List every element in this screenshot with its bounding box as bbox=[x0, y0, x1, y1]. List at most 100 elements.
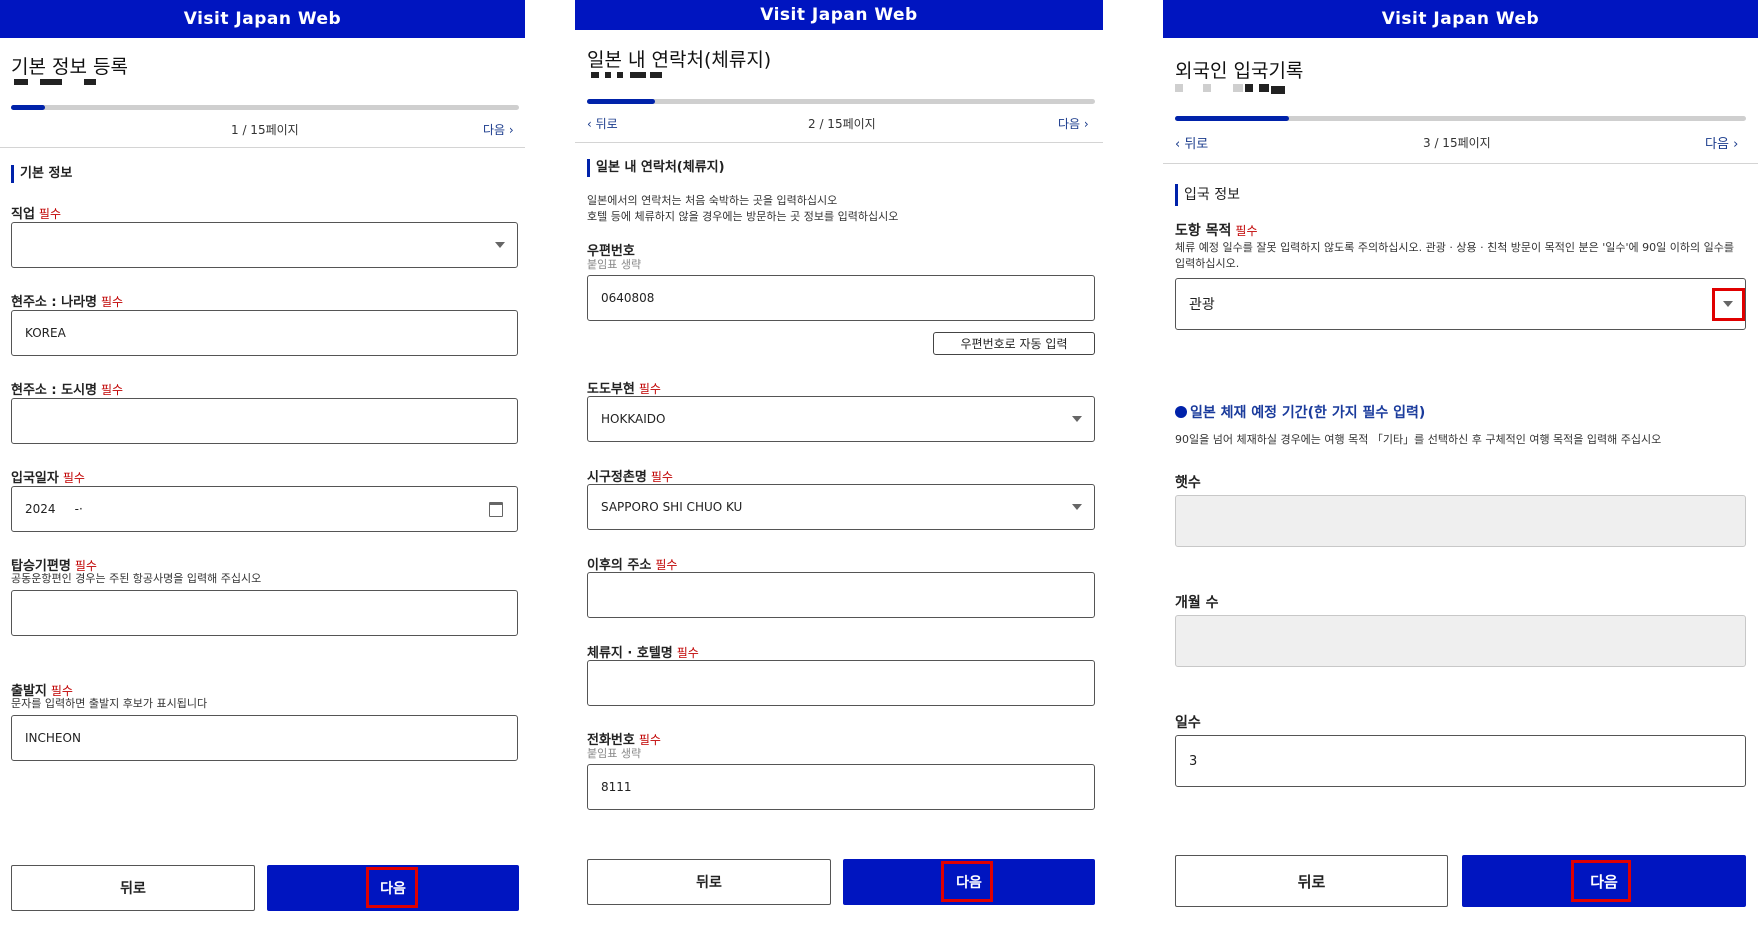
occupation-select[interactable] bbox=[11, 222, 518, 268]
postal-input[interactable]: 0640808 bbox=[587, 275, 1095, 321]
departure-value: INCHEON bbox=[25, 731, 81, 745]
postal-autofill-button[interactable]: 우편번호로 자동 입력 bbox=[933, 332, 1095, 355]
redacted-name bbox=[630, 72, 646, 78]
required-badge: 필수 bbox=[638, 382, 661, 396]
chevron-right-icon: › bbox=[508, 123, 514, 137]
highlight-box bbox=[941, 861, 993, 902]
entry-date-value: 2024 -· bbox=[25, 502, 83, 516]
postal-hint: 붙임표 생략 bbox=[587, 258, 642, 271]
required-badge: 필수 bbox=[638, 733, 661, 747]
purpose-select[interactable]: 관광 bbox=[1175, 278, 1746, 330]
departure-help: 문자를 입력하면 출발지 후보가 표시됩니다 bbox=[11, 697, 208, 710]
required-badge: 필수 bbox=[38, 207, 62, 221]
redacted-name bbox=[605, 72, 611, 78]
municipality-label: 시구정촌명 필수 bbox=[587, 466, 673, 485]
back-link-label: 뒤로 bbox=[595, 117, 618, 131]
departure-input[interactable]: INCHEON bbox=[11, 715, 518, 761]
back-button[interactable]: 뒤로 bbox=[587, 859, 831, 905]
redacted-name bbox=[650, 72, 662, 78]
prefecture-label-text: 도도부현 bbox=[587, 382, 635, 397]
years-input[interactable] bbox=[1175, 495, 1746, 547]
country-input[interactable]: KOREA bbox=[11, 310, 518, 356]
panel-japan-contact: Visit Japan Web 일본 내 연락처(체류지) ‹ 뒤로 2 / 1… bbox=[575, 0, 1103, 928]
phone-input[interactable]: 8111 bbox=[587, 764, 1095, 810]
stay-period-heading: 일본 체재 예정 기간(한 가지 필수 입력) bbox=[1175, 402, 1425, 422]
section-title: 입국 정보 bbox=[1175, 184, 1240, 206]
description-line-2: 호텔 등에 체류하지 않을 경우에는 방문하는 곳 정보를 입력하십시오 bbox=[587, 210, 899, 223]
country-label: 현주소 : 나라명 필수 bbox=[11, 291, 123, 310]
page-title: 외국인 입국기록 bbox=[1175, 60, 1304, 82]
entry-date-label-text: 입국일자 bbox=[11, 471, 59, 486]
chevron-left-icon: ‹ bbox=[587, 117, 592, 131]
redacted-name bbox=[1245, 84, 1253, 92]
progress-fill bbox=[11, 105, 46, 110]
section-title: 일본 내 연락처(체류지) bbox=[587, 159, 725, 177]
calendar-icon[interactable] bbox=[489, 502, 503, 517]
chevron-right-icon: › bbox=[1083, 117, 1089, 131]
highlight-box bbox=[1571, 860, 1631, 902]
page-indicator: 1 / 15페이지 bbox=[231, 123, 299, 137]
hotel-label-text: 체류지 · 호텔명 bbox=[587, 646, 673, 661]
stay-period-heading-text: 일본 체재 예정 기간(한 가지 필수 입력) bbox=[1190, 405, 1426, 421]
months-input[interactable] bbox=[1175, 615, 1746, 667]
municipality-select[interactable]: SAPPORO SHI CHUO KU bbox=[587, 484, 1095, 530]
progress-bar bbox=[587, 99, 1095, 104]
country-label-text: 현주소 : 나라명 bbox=[11, 295, 98, 310]
prefecture-label: 도도부현 필수 bbox=[587, 378, 661, 397]
address-input[interactable] bbox=[587, 572, 1095, 618]
flight-help: 공동운항편인 경우는 주된 항공사명을 입력해 주십시오 bbox=[11, 572, 262, 585]
next-link[interactable]: 다음 › bbox=[1058, 115, 1089, 132]
highlight-box bbox=[1712, 288, 1745, 321]
next-link[interactable]: 다음 › bbox=[483, 121, 514, 138]
purpose-help: 체류 예정 일수를 잘못 입력하지 않도록 주의하십시오. 관광 · 상용 · … bbox=[1175, 241, 1734, 270]
back-link[interactable]: ‹ 뒤로 bbox=[1175, 133, 1208, 152]
back-button[interactable]: 뒤로 bbox=[11, 865, 255, 911]
required-badge: 필수 bbox=[1235, 224, 1258, 238]
occupation-label: 직업 필수 bbox=[11, 203, 61, 222]
panel-basic-info: Visit Japan Web 기본 정보 등록 1 / 15페이지 다음 › … bbox=[0, 0, 525, 928]
city-input[interactable] bbox=[11, 398, 518, 444]
hotel-input[interactable] bbox=[587, 660, 1095, 706]
redacted-name bbox=[1259, 84, 1269, 92]
progress-bar bbox=[1175, 116, 1746, 121]
app-header: Visit Japan Web bbox=[0, 0, 525, 38]
required-badge: 필수 bbox=[101, 383, 124, 397]
description-line-1: 일본에서의 연락처는 처음 숙박하는 곳을 입력하십시오 bbox=[587, 194, 838, 207]
entry-date-label: 입국일자 필수 bbox=[11, 467, 85, 486]
back-button[interactable]: 뒤로 bbox=[1175, 855, 1448, 907]
days-label: 일수 bbox=[1175, 715, 1201, 731]
next-link[interactable]: 다음 › bbox=[1705, 133, 1738, 152]
back-link[interactable]: ‹ 뒤로 bbox=[587, 115, 618, 132]
flight-input[interactable] bbox=[11, 590, 518, 636]
next-link-label: 다음 bbox=[1705, 137, 1729, 152]
phone-value: 8111 bbox=[601, 780, 632, 794]
divider bbox=[0, 147, 525, 148]
city-label: 현주소 : 도시명 필수 bbox=[11, 379, 123, 398]
divider bbox=[575, 142, 1103, 143]
back-link-label: 뒤로 bbox=[1184, 137, 1209, 152]
country-value: KOREA bbox=[25, 326, 66, 340]
redacted-name bbox=[14, 79, 28, 85]
redacted-name bbox=[1271, 86, 1285, 94]
postal-value: 0640808 bbox=[601, 291, 655, 305]
app-header: Visit Japan Web bbox=[1163, 0, 1758, 38]
redacted-name bbox=[617, 72, 623, 78]
prefecture-value: HOKKAIDO bbox=[601, 412, 666, 426]
next-link-label: 다음 bbox=[483, 123, 506, 137]
divider bbox=[1163, 163, 1758, 164]
days-value: 3 bbox=[1189, 753, 1198, 769]
prefecture-select[interactable]: HOKKAIDO bbox=[587, 396, 1095, 442]
page-indicator: 3 / 15페이지 bbox=[1423, 136, 1491, 150]
days-input[interactable]: 3 bbox=[1175, 735, 1746, 787]
redacted-name bbox=[1233, 84, 1243, 92]
purpose-value: 관광 bbox=[1189, 297, 1215, 313]
progress-fill bbox=[1175, 116, 1290, 121]
entry-date-input[interactable]: 2024 -· bbox=[11, 486, 518, 532]
bullet-icon bbox=[1175, 406, 1187, 418]
redacted-name bbox=[1203, 84, 1211, 92]
highlight-box bbox=[366, 867, 418, 908]
purpose-label: 도항 목적 필수 bbox=[1175, 220, 1258, 240]
required-badge: 필수 bbox=[676, 646, 699, 660]
redacted-name bbox=[84, 79, 96, 85]
phone-hint: 붙임표 생략 bbox=[587, 747, 642, 760]
